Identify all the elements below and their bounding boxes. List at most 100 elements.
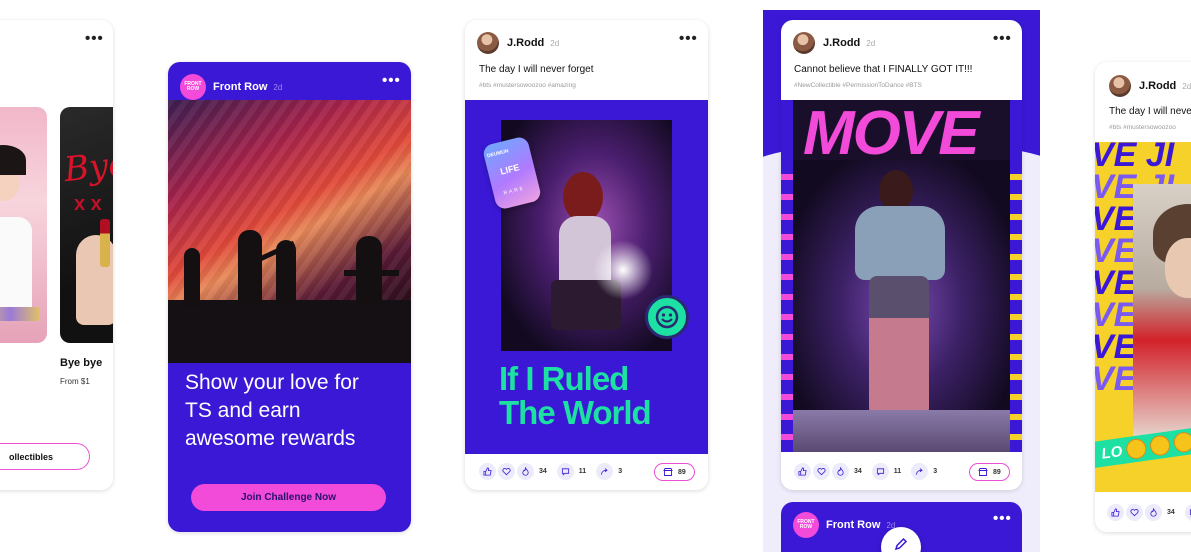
user-avatar[interactable]	[793, 32, 815, 54]
comment-count: 11	[578, 468, 587, 475]
post-actions: 34 11 3	[479, 463, 632, 480]
store-icon	[663, 468, 673, 476]
post-caption: The day I will never	[1109, 106, 1191, 117]
store-button[interactable]: 89	[654, 463, 695, 481]
outfit-shape	[0, 217, 32, 307]
fire-icon[interactable]	[832, 463, 849, 480]
post-age: 2d	[550, 38, 560, 48]
post-header: J.Rodd 2d	[793, 32, 875, 54]
emoji-face-icon	[1172, 430, 1191, 454]
post-age: 2d	[866, 38, 876, 48]
comment-icon[interactable]	[1184, 504, 1191, 521]
portrait-photo	[1133, 184, 1191, 444]
comment-icon[interactable]	[556, 463, 574, 480]
reaction-count: 34	[1167, 509, 1175, 516]
like-icon[interactable]	[1107, 504, 1124, 521]
performer-silhouette-3	[276, 240, 296, 306]
user-avatar[interactable]	[1109, 75, 1131, 97]
collectible-poster[interactable]: MOVE	[781, 100, 1022, 452]
post-header: FRONT ROW Front Row 2d	[180, 74, 282, 100]
share-count: 3	[618, 468, 623, 475]
fire-icon[interactable]	[1145, 504, 1162, 521]
author-name[interactable]: J.Rodd	[1139, 80, 1176, 92]
store-count: 89	[678, 468, 686, 476]
collectible-image-right[interactable]: Bye x x	[60, 107, 113, 343]
post-tags[interactable]: #NewCollectible #PermissionToDance #BTS	[794, 82, 922, 89]
more-options-icon[interactable]: •••	[993, 30, 1012, 47]
collectible-poster[interactable]: DEUMUN LIFE RARE If I Ruled The World	[465, 100, 708, 454]
post-header: J.Rodd 2d	[477, 32, 559, 54]
collectible-image-left[interactable]	[0, 107, 47, 343]
heart-icon[interactable]	[498, 463, 515, 480]
author-name[interactable]: J.Rodd	[507, 37, 544, 49]
emoji-face-icon	[1124, 437, 1148, 461]
concert-photo	[793, 160, 1010, 452]
poster-title-line-1: If I Ruled	[499, 360, 629, 397]
item-title: Bye bye	[60, 357, 103, 369]
post-caption: Cannot believe that I FINALLY GOT IT!!!	[794, 64, 973, 75]
poster-scribble-text: Bye	[62, 143, 113, 191]
singer-hair	[563, 172, 603, 222]
more-options-icon[interactable]: •••	[85, 30, 104, 47]
author-name[interactable]: J.Rodd	[823, 37, 860, 49]
badge-top-text: DEUMUN	[486, 148, 510, 160]
performer-silhouette-2	[238, 230, 262, 304]
stage-floor	[168, 300, 411, 363]
share-count: 3	[933, 468, 938, 475]
singer-jacket	[855, 206, 945, 280]
collectible-card: ••• Bye x x Bye bye From $1 ollectibles	[0, 20, 113, 490]
poster-title: MOVE	[803, 100, 980, 168]
like-icon[interactable]	[479, 463, 496, 480]
keyboard-silhouette	[344, 270, 399, 276]
collectibles-button[interactable]: ollectibles	[0, 443, 90, 470]
front-row-logo[interactable]: FRONT ROW	[793, 512, 819, 538]
performer-silhouette-1	[184, 248, 200, 308]
smile-sticker-icon	[645, 295, 689, 339]
post-caption: The day I will never forget	[479, 64, 594, 75]
more-options-icon[interactable]: •••	[679, 30, 698, 47]
post-card: J.Rodd 2d ••• Cannot believe that I FINA…	[781, 20, 1022, 490]
collectible-poster[interactable]: VE JI VE JI VE JI VE JI VE JI VE JI VE J…	[1095, 142, 1191, 492]
badge-mid-text: LIFE	[499, 162, 521, 177]
post-card: J.Rodd 2d ••• The day I will never forge…	[465, 20, 708, 490]
account-name[interactable]: Front Row	[213, 81, 267, 93]
pencil-icon	[894, 537, 908, 551]
more-options-icon[interactable]: •••	[382, 72, 401, 89]
challenge-card: FRONT ROW Front Row 2d ••• Show your lov…	[168, 62, 411, 532]
account-name[interactable]: Front Row	[826, 519, 880, 531]
heart-icon[interactable]	[813, 463, 830, 480]
reaction-count: 34	[854, 468, 862, 475]
poster-scribble-text-2: x x	[74, 193, 102, 215]
comment-count: 11	[893, 468, 902, 475]
waist-band	[0, 307, 40, 321]
front-row-logo-text: FRONT ROW	[797, 519, 815, 530]
collectibles-button-label: ollectibles	[9, 451, 54, 462]
share-icon[interactable]	[596, 463, 614, 480]
item-price: From $1	[60, 377, 90, 386]
store-button[interactable]: 89	[969, 463, 1010, 481]
comment-icon[interactable]	[871, 463, 889, 480]
like-icon[interactable]	[794, 463, 811, 480]
front-row-logo-text: FRONT ROW	[184, 81, 202, 92]
stage-glow	[593, 240, 653, 300]
more-options-icon[interactable]: •••	[993, 510, 1012, 527]
post-header: FRONT ROW Front Row 2d	[793, 512, 895, 538]
post-tags[interactable]: #bts #mustersowoozoo #amazing	[479, 82, 576, 89]
right-pattern	[1010, 160, 1022, 450]
fire-icon[interactable]	[517, 463, 534, 480]
post-header: J.Rodd 2d	[1109, 75, 1191, 97]
share-icon[interactable]	[911, 463, 929, 480]
singer-legs	[869, 276, 929, 416]
front-row-logo[interactable]: FRONT ROW	[180, 74, 206, 100]
join-challenge-button[interactable]: Join Challenge Now	[191, 484, 386, 511]
post-age: 2d	[1182, 81, 1191, 91]
banner-text: LO	[1100, 442, 1124, 463]
post-age: 2d	[273, 82, 283, 92]
user-avatar[interactable]	[477, 32, 499, 54]
post-tags[interactable]: #bts #mustersowoozoo	[1109, 124, 1176, 131]
heart-icon[interactable]	[1126, 504, 1143, 521]
challenge-headline: Show your love for TS and earn awesome r…	[185, 371, 359, 450]
poster-title-line-2: The World	[499, 394, 652, 431]
store-icon	[978, 468, 988, 476]
concert-image[interactable]	[168, 100, 411, 363]
